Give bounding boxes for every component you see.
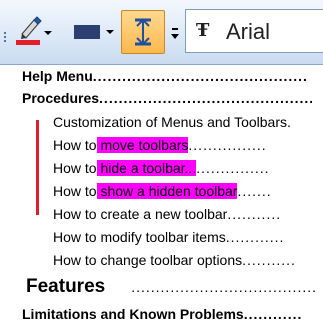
toc-text: Help Menu xyxy=(22,68,93,84)
toc-entry-limitations[interactable]: Limitations and Known Problems..........… xyxy=(22,305,312,323)
document-page: Help Menu...............................… xyxy=(0,65,323,325)
highlighted-text: hide a toolbar... xyxy=(96,160,197,176)
font-type-icon: Ŧ xyxy=(196,20,210,41)
font-name-value: Arial xyxy=(226,19,271,44)
change-bar xyxy=(36,120,39,215)
highlighted-text: show a hidden toolbar xyxy=(96,183,238,199)
fill-color-button[interactable] xyxy=(68,16,114,48)
toc-entry-help-menu[interactable]: Help Menu...............................… xyxy=(22,67,312,85)
toc-text: Procedures xyxy=(22,90,100,106)
chevron-down-icon[interactable] xyxy=(44,31,52,35)
toc-entry-show-hidden-toolbar[interactable]: How to show a hidden toolbar....... xyxy=(53,182,323,200)
chevron-down-icon[interactable] xyxy=(106,30,114,34)
toc-entry-create-toolbar[interactable]: How to create a new toolbar........... xyxy=(53,205,323,223)
toc-entry-procedures[interactable]: Procedures..............................… xyxy=(22,89,312,107)
toc-entry-customization[interactable]: Customization of Menus and Toolbars. xyxy=(53,113,323,131)
toc-entry-hide-toolbar[interactable]: How to hide a toolbar.................. xyxy=(53,159,323,177)
overflow-button[interactable] xyxy=(170,26,180,44)
highlight-text-button[interactable] xyxy=(121,10,165,54)
formatting-toolbar: Ŧ Arial xyxy=(0,0,323,65)
font-color-button[interactable] xyxy=(14,14,52,50)
highlight-text-icon xyxy=(135,18,151,46)
toc-entry-modify-items[interactable]: How to modify toolbar items............ xyxy=(53,228,323,246)
toc-entry-change-options[interactable]: How to change toolbar options........... xyxy=(53,251,323,269)
highlighted-text: move toolbars xyxy=(96,137,189,153)
toc-entry-features[interactable]: Features................................… xyxy=(26,275,316,299)
font-name-field[interactable]: Ŧ Arial xyxy=(185,9,323,53)
overflow-icon xyxy=(171,28,179,39)
grip-icon[interactable] xyxy=(3,31,7,43)
toc-text: Customization of Menus and Toolbars. xyxy=(53,114,291,130)
toc-entry-move-toolbars[interactable]: How to move toolbars................ xyxy=(53,136,323,154)
